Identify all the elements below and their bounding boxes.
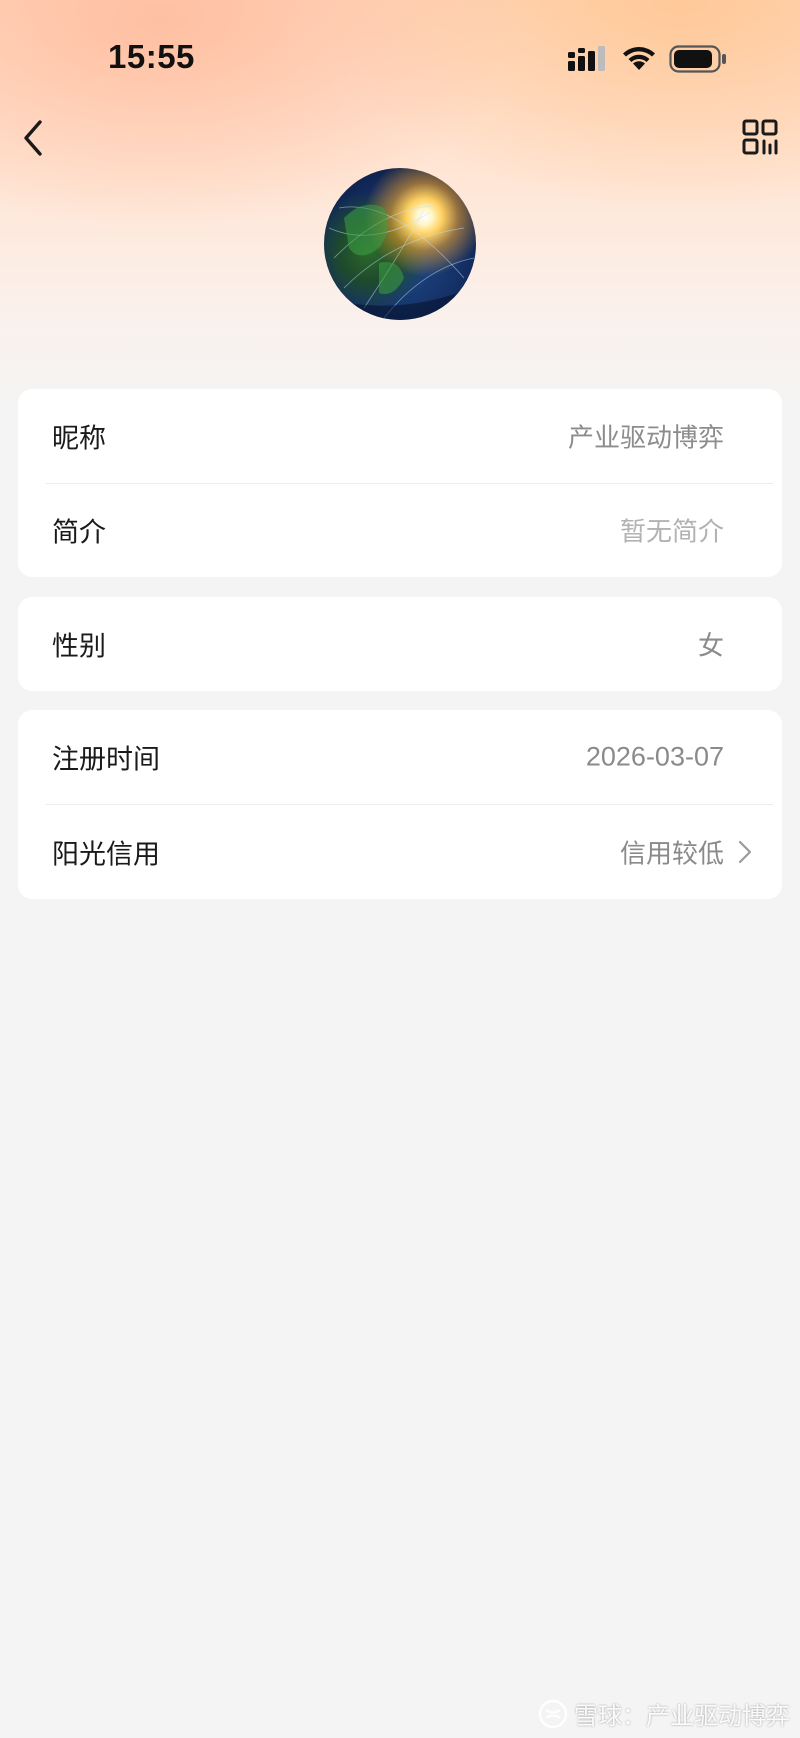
info-card-account: 注册时间 2026-03-07 阳光信用 信用较低 xyxy=(18,710,782,899)
nickname-value: 产业驱动博弈 xyxy=(567,423,724,454)
status-time: 15:55 xyxy=(108,38,195,75)
bio-value: 暂无简介 xyxy=(619,517,724,548)
chevron-right-icon xyxy=(738,840,752,864)
gender-label: 性别 xyxy=(52,631,106,663)
bio-row[interactable]: 简介 暂无简介 xyxy=(18,483,782,577)
signal-icon xyxy=(568,46,605,71)
back-icon[interactable] xyxy=(18,118,50,158)
sunshine-credit-row[interactable]: 阳光信用 信用较低 xyxy=(18,805,782,899)
sunshine-credit-label: 阳光信用 xyxy=(52,839,160,871)
gender-value: 女 xyxy=(697,631,724,662)
nickname-label: 昵称 xyxy=(52,423,106,455)
battery-icon xyxy=(669,45,726,73)
snowball-logo-icon xyxy=(538,1699,568,1728)
bio-label: 简介 xyxy=(52,517,106,549)
nickname-row[interactable]: 昵称 产业驱动博弈 xyxy=(18,389,782,483)
info-card-gender: 性别 女 xyxy=(18,597,782,691)
status-bar: 15:55 xyxy=(0,0,800,110)
wifi-icon xyxy=(623,47,655,70)
earth-globe-avatar-image xyxy=(324,204,476,320)
gender-row[interactable]: 性别 女 xyxy=(18,597,782,691)
info-card-basic: 昵称 产业驱动博弈 简介 暂无简介 xyxy=(18,389,782,577)
registration-date-row: 注册时间 2026-03-07 xyxy=(18,710,782,804)
watermark: 雪球：产业驱动博弈 xyxy=(538,1696,790,1731)
registration-date-label: 注册时间 xyxy=(52,744,160,776)
watermark-text: 雪球：产业驱动博弈 xyxy=(574,1702,790,1730)
registration-date-value: 2026-03-07 xyxy=(585,741,724,772)
avatar[interactable] xyxy=(324,168,476,320)
qr-code-icon[interactable] xyxy=(742,119,778,155)
sunshine-credit-value: 信用较低 xyxy=(619,839,724,870)
